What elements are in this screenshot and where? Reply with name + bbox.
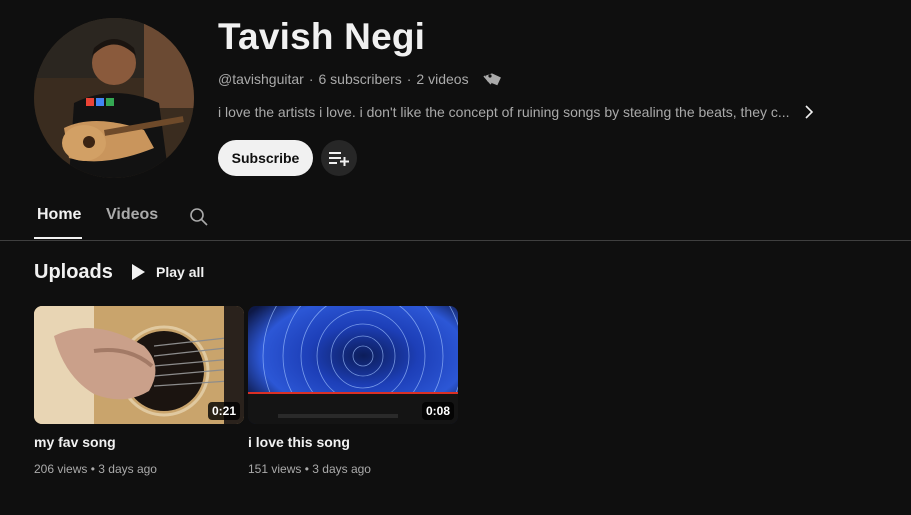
avatar-image bbox=[34, 18, 194, 178]
tab-home[interactable]: Home bbox=[37, 206, 81, 224]
channel-name: Tavish Negi bbox=[218, 16, 426, 57]
video-count: 2 videos bbox=[416, 71, 469, 87]
upload-age: 3 days ago bbox=[312, 462, 371, 476]
play-all-label: Play all bbox=[156, 264, 205, 280]
playlist-add-icon bbox=[329, 152, 349, 166]
channel-tabs: Home Videos bbox=[0, 196, 911, 241]
subscribe-button[interactable]: Subscribe bbox=[218, 140, 313, 176]
section-title[interactable]: Uploads bbox=[34, 261, 113, 284]
video-title[interactable]: i love this song bbox=[248, 434, 350, 450]
video-title[interactable]: my fav song bbox=[34, 434, 116, 450]
meta-separator: · bbox=[308, 71, 314, 87]
tab-videos[interactable]: Videos bbox=[106, 206, 158, 224]
channel-description[interactable]: i love the artists i love. i don't like … bbox=[218, 104, 814, 120]
channel-meta: @tavishguitar · 6 subscribers · 2 videos bbox=[218, 70, 503, 88]
video-duration: 0:08 bbox=[421, 402, 454, 420]
add-to-playlist-button[interactable] bbox=[321, 140, 357, 176]
channel-avatar[interactable] bbox=[34, 18, 194, 178]
play-all-button[interactable]: Play all bbox=[130, 263, 204, 281]
channel-handle: @tavishguitar bbox=[218, 71, 304, 87]
video-duration: 0:21 bbox=[207, 402, 240, 420]
video-thumbnail[interactable]: 0:08 bbox=[248, 306, 458, 424]
chevron-right-icon bbox=[804, 105, 813, 119]
video-meta: 151 views • 3 days ago bbox=[248, 462, 371, 476]
meta-separator: · bbox=[406, 71, 412, 87]
tag-icon[interactable] bbox=[481, 70, 503, 88]
video-card[interactable]: 0:21 my fav song 206 views • 3 days ago bbox=[34, 306, 244, 476]
active-tab-indicator bbox=[34, 237, 82, 239]
upload-age: 3 days ago bbox=[98, 462, 157, 476]
video-card[interactable]: 0:08 i love this song 151 views • 3 days… bbox=[248, 306, 458, 476]
play-icon bbox=[132, 264, 145, 280]
video-thumbnail[interactable]: 0:21 bbox=[34, 306, 244, 424]
view-count: 206 views bbox=[34, 462, 88, 476]
description-text: i love the artists i love. i don't like … bbox=[218, 104, 790, 120]
subscriber-count: 6 subscribers bbox=[318, 71, 402, 87]
search-icon[interactable] bbox=[189, 207, 209, 227]
video-meta: 206 views • 3 days ago bbox=[34, 462, 157, 476]
view-count: 151 views bbox=[248, 462, 302, 476]
